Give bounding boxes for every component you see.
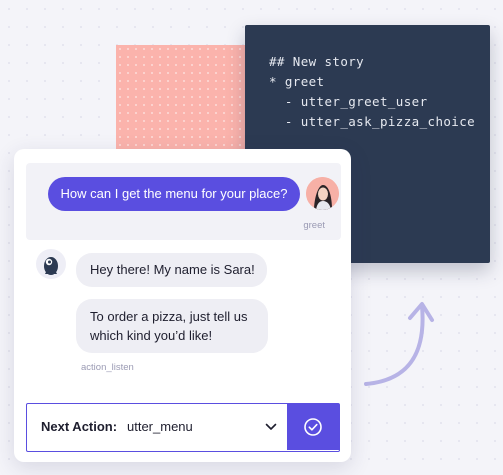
next-action-value[interactable]: utter_menu <box>127 419 193 434</box>
user-avatar <box>306 177 339 210</box>
bot-avatar-icon <box>36 249 66 279</box>
bot-message-bubble: To order a pizza, just tell us which kin… <box>76 299 268 353</box>
pink-decor-block <box>116 45 250 157</box>
chat-card: How can I get the menu for your place? g… <box>14 149 351 462</box>
next-action-label: Next Action: <box>41 419 118 434</box>
code-line-1: ## New story <box>269 54 365 69</box>
confirm-action-button[interactable] <box>287 404 339 450</box>
next-action-selector[interactable]: Next Action: utter_menu <box>26 403 340 452</box>
check-circle-icon <box>304 418 322 436</box>
bot-message-bubble: Hey there! My name is Sara! <box>76 253 267 287</box>
user-message-area: How can I get the menu for your place? g… <box>26 163 341 240</box>
code-line-4: - utter_ask_pizza_choice <box>269 114 476 129</box>
user-message-bubble: How can I get the menu for your place? <box>48 177 300 211</box>
code-line-3: - utter_greet_user <box>269 94 428 109</box>
action-label: action_listen <box>81 362 134 373</box>
code-line-2: * greet <box>269 74 325 89</box>
intent-label: greet <box>303 220 325 231</box>
curved-arrow-icon <box>364 302 434 386</box>
chevron-down-icon[interactable] <box>265 423 277 431</box>
